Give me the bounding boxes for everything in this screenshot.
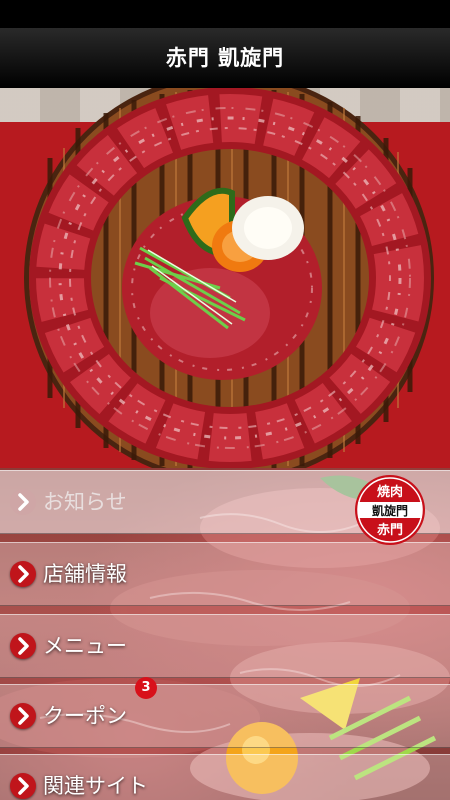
chevron-right-icon [10, 773, 36, 799]
chevron-right-icon [10, 489, 36, 515]
menu-item-label: クーポン [43, 704, 127, 728]
chevron-right-icon [10, 561, 36, 587]
logo-text-middle: 凱旋門 [372, 503, 408, 518]
wagyu-platter-illustration [24, 88, 434, 468]
menu-item-label: メニュー [43, 634, 127, 658]
menu-item-coupon[interactable]: クーポン 3 [0, 677, 450, 748]
menu-item-label: 関連サイト [43, 774, 148, 798]
menu-item-store-info[interactable]: 店舗情報 [0, 542, 450, 606]
menu-item-related-sites[interactable]: 関連サイト [0, 754, 450, 800]
coupon-count-badge: 3 [135, 677, 157, 699]
restaurant-logo: 焼肉 凱旋門 赤門 [355, 475, 425, 545]
status-bar [0, 0, 450, 28]
chevron-right-icon [10, 633, 36, 659]
logo-text-bottom: 赤門 [377, 522, 403, 538]
menu-item-label: 店舗情報 [43, 562, 127, 586]
app-title: 赤門 凱旋門 [0, 28, 450, 88]
menu-item-label: お知らせ [43, 490, 127, 514]
hero-image [0, 88, 450, 468]
menu-item-menu[interactable]: メニュー [0, 614, 450, 678]
logo-text-top: 焼肉 [377, 484, 403, 500]
chevron-right-icon [10, 703, 36, 729]
